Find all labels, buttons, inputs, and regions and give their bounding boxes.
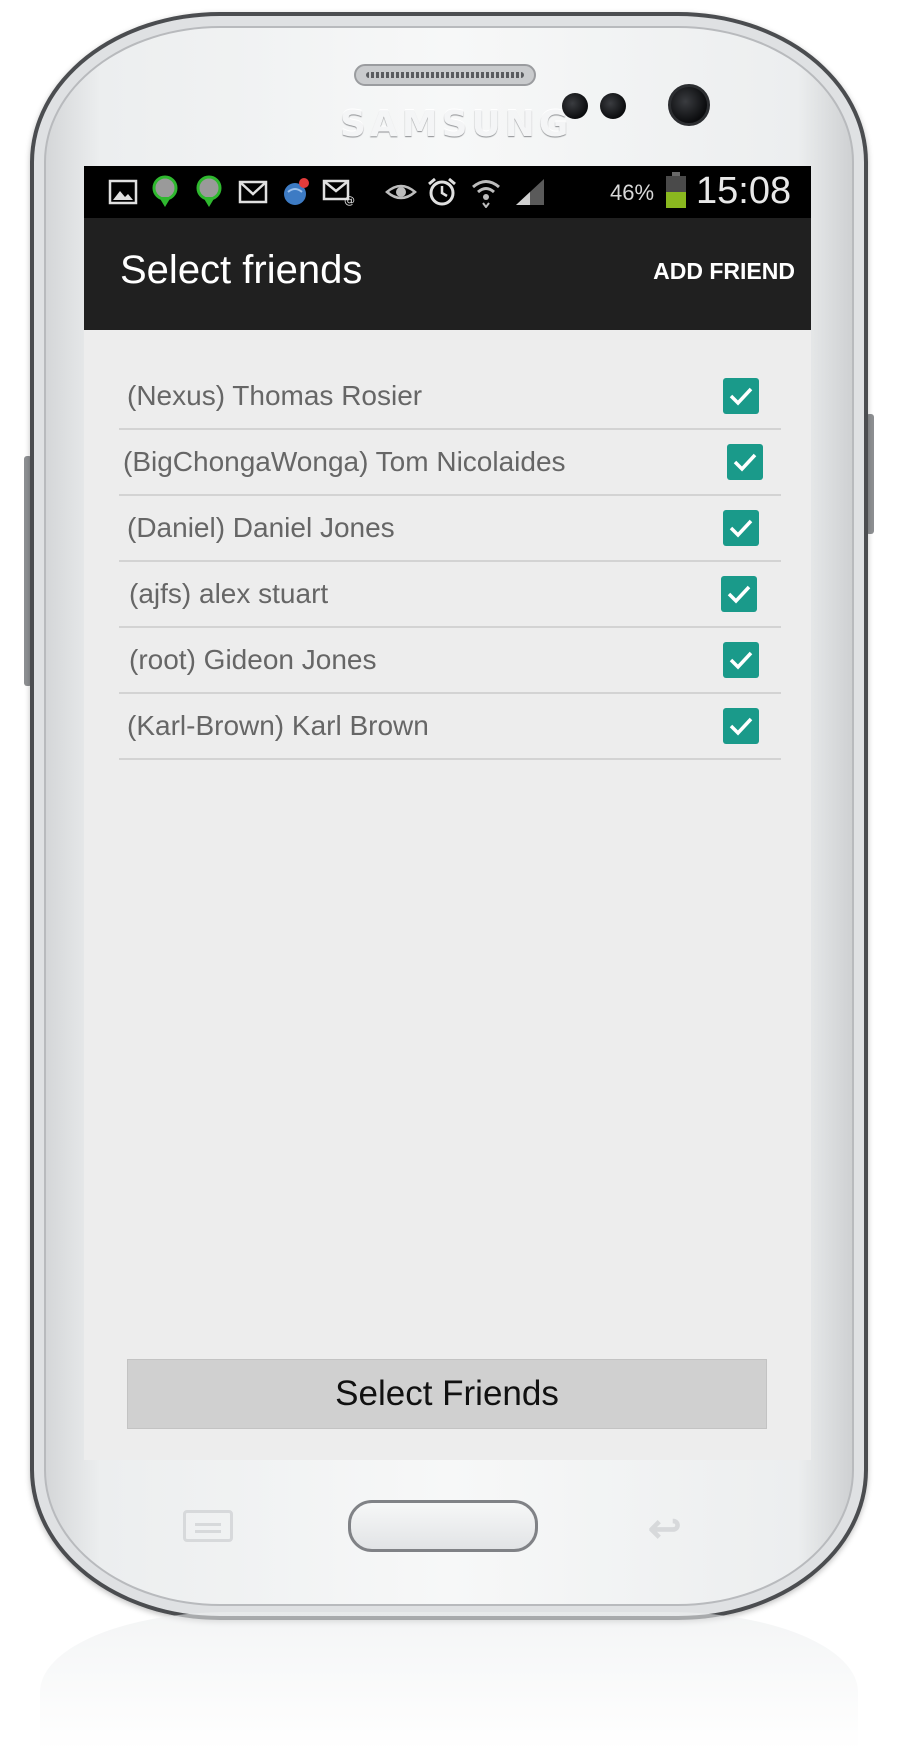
friend-checkbox[interactable] (727, 444, 763, 480)
list-item[interactable]: (Nexus) Thomas Rosier (119, 364, 781, 430)
earpiece-speaker (354, 64, 536, 86)
screen: @ 46% 15:08 Select friends ADD FRIEND (N… (84, 166, 811, 1460)
svg-text:@: @ (344, 194, 355, 206)
alarm-icon (426, 176, 458, 208)
light-sensor (600, 93, 626, 119)
eye-icon (384, 176, 418, 208)
signal-icon (514, 176, 546, 208)
list-item[interactable]: (BigChongaWonga) Tom Nicolaides (119, 430, 781, 496)
page-title: Select friends (120, 248, 363, 292)
globe-notification-icon (280, 176, 312, 208)
battery-icon (666, 172, 686, 208)
friend-label: (ajfs) alex stuart (129, 578, 329, 609)
status-bar: @ 46% 15:08 (84, 166, 811, 218)
friend-checkbox[interactable] (723, 708, 759, 744)
friend-label: (Karl-Brown) Karl Brown (127, 710, 429, 741)
list-item[interactable]: (Daniel) Daniel Jones (119, 496, 781, 562)
email-icon: @ (322, 176, 356, 208)
home-button[interactable] (348, 1500, 538, 1552)
list-item[interactable]: (Karl-Brown) Karl Brown (119, 694, 781, 760)
wifi-icon (470, 176, 502, 208)
friend-checkbox[interactable] (723, 642, 759, 678)
friend-label: (Nexus) Thomas Rosier (127, 380, 423, 411)
brand-logo: SAMSUNG (340, 104, 573, 145)
menu-key-icon[interactable] (183, 1510, 233, 1542)
friends-list: (Nexus) Thomas Rosier (BigChongaWonga) T… (119, 364, 781, 760)
friend-label: (Daniel) Daniel Jones (127, 512, 395, 543)
status-clock: 15:08 (696, 170, 792, 212)
location-pin-icon (194, 175, 224, 208)
add-friend-button[interactable]: ADD FRIEND (653, 258, 795, 285)
select-friends-label: Select Friends (335, 1374, 559, 1413)
proximity-sensor (562, 93, 588, 119)
picture-icon (108, 176, 138, 208)
phone-reflection (40, 1612, 858, 1751)
friend-checkbox[interactable] (723, 510, 759, 546)
action-bar: Select friends ADD FRIEND (84, 218, 811, 330)
friend-label: (root) Gideon Jones (129, 644, 377, 675)
list-item[interactable]: (root) Gideon Jones (119, 628, 781, 694)
location-pin-icon (150, 175, 180, 208)
front-camera (668, 84, 710, 126)
friend-label: (BigChongaWonga) Tom Nicolaides (123, 446, 566, 477)
select-friends-button[interactable]: Select Friends (127, 1359, 767, 1429)
list-item[interactable]: (ajfs) alex stuart (119, 562, 781, 628)
back-key-icon[interactable]: ↩ (648, 1506, 682, 1552)
friend-checkbox[interactable] (721, 576, 757, 612)
battery-percent: 46% (610, 180, 655, 205)
friend-checkbox[interactable] (723, 378, 759, 414)
gmail-icon (238, 176, 268, 208)
